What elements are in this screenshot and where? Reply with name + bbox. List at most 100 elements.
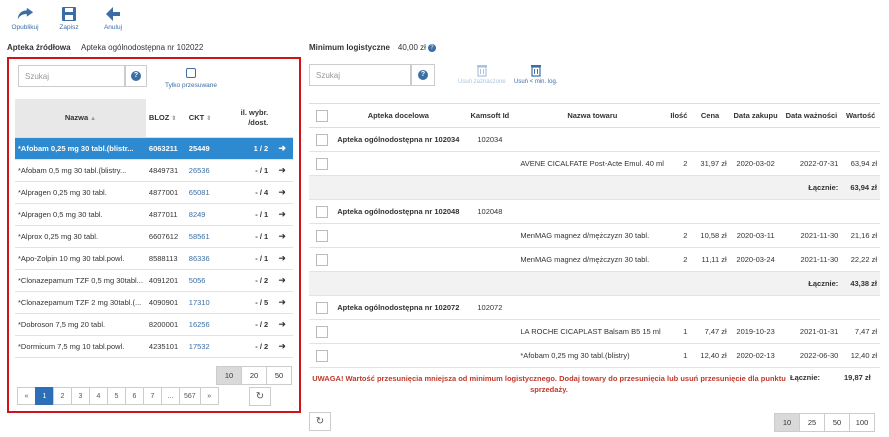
qty: 1 [667, 319, 691, 344]
move-arrow-icon[interactable]: ➜ [271, 269, 293, 292]
product-name: *Dormicum 7,5 mg 10 tabl.powl. [15, 335, 146, 358]
product-name: *Apo-Zolpin 10 mg 30 tabl.powl. [15, 247, 146, 270]
page-link[interactable]: 3 [71, 387, 90, 405]
row-checkbox[interactable] [315, 349, 328, 362]
product-ckt: 25449 [185, 137, 226, 160]
col-name[interactable]: Nazwa ▲ [15, 99, 146, 138]
page-link[interactable]: 567 [179, 387, 201, 405]
product-ckt: 65081 [185, 181, 226, 204]
row-checkbox[interactable] [315, 325, 328, 338]
select-all-checkbox[interactable] [315, 109, 328, 122]
page-link[interactable]: ... [161, 387, 180, 405]
product-ckt: 16256 [185, 313, 226, 336]
cancel-button[interactable]: Anuluj [98, 6, 128, 31]
page-link[interactable]: 6 [125, 387, 144, 405]
only-moved-label: Tylko przesuwane [165, 82, 218, 89]
table-row: MenMAG magnez d/mężczyzn 30 tabl. 2 11,11 … [309, 247, 880, 272]
group-checkbox[interactable] [315, 301, 328, 314]
page-size-option[interactable]: 50 [266, 366, 292, 385]
move-arrow-icon[interactable]: ➜ [271, 159, 293, 182]
date-buy: 2020-03-11 [729, 223, 782, 248]
table-row[interactable]: *Afobam 0,25 mg 30 tabl.(blistr... 606321… [15, 137, 293, 160]
table-row[interactable]: *Clonazepamum TZF 0,5 mg 30tabl... 409120… [15, 269, 293, 292]
move-arrow-icon[interactable]: ➜ [271, 181, 293, 204]
page-size-option[interactable]: 10 [774, 413, 800, 432]
move-arrow-icon[interactable]: ➜ [271, 313, 293, 336]
row-checkbox[interactable] [315, 229, 328, 242]
product-ckt: 17532 [185, 335, 226, 358]
table-row[interactable]: *Clonazepamum TZF 2 mg 30tabl.(... 409090… [15, 291, 293, 314]
group-total-row: Łącznie: 43,38 zł [309, 271, 880, 296]
move-arrow-icon[interactable]: ➜ [271, 335, 293, 358]
min-logistic: Minimum logistyczne 40,00 zł? [309, 43, 436, 52]
table-row[interactable]: *Dormicum 7,5 mg 10 tabl.powl. 4235101 175… [15, 335, 293, 358]
col-ckt[interactable]: CKT ⇕ [185, 99, 226, 138]
search-input[interactable] [18, 65, 125, 87]
search-help-button-right[interactable]: ? [411, 64, 435, 86]
search-input-right[interactable] [309, 64, 411, 86]
product-ckt: 58561 [185, 225, 226, 248]
page-link[interactable]: « [17, 387, 36, 405]
move-arrow-icon[interactable]: ➜ [271, 203, 293, 226]
kamsoft-id: 102034 [462, 127, 518, 152]
table-row[interactable]: *Apo-Zolpin 10 mg 30 tabl.powl. 8588113 86… [15, 247, 293, 270]
page-size-option[interactable]: 20 [241, 366, 267, 385]
pharmacy-group-row: Apteka ogólnodostępna nr 102048 102048 [309, 199, 880, 224]
col-action [271, 99, 293, 138]
remove-below-min-button[interactable]: Usuń < min. log. [514, 64, 558, 85]
refresh-button[interactable]: ↻ [249, 387, 271, 406]
move-arrow-icon[interactable]: ➜ [271, 225, 293, 248]
group-checkbox[interactable] [315, 205, 328, 218]
row-checkbox[interactable] [315, 253, 328, 266]
page-size-option[interactable]: 50 [824, 413, 850, 432]
page-link[interactable]: 5 [107, 387, 126, 405]
save-button[interactable]: Zapisz [54, 6, 84, 31]
refresh-icon: ↻ [255, 391, 265, 402]
price: 12,40 zł [690, 343, 730, 368]
page-link[interactable]: 4 [89, 387, 108, 405]
refresh-button-right[interactable]: ↻ [309, 412, 331, 431]
total-value: 63,94 zł [841, 175, 880, 200]
total-value: 43,38 zł [841, 271, 880, 296]
page-link[interactable]: 2 [53, 387, 72, 405]
table-row[interactable]: *Alprox 0,25 mg 30 tabl. 6607612 58561- / … [15, 225, 293, 248]
product-name: *Dobroson 7,5 mg 20 tabl. [15, 313, 146, 336]
col-qty: Ilość [667, 103, 691, 128]
product-il: - / 2 [225, 335, 272, 358]
sort-icon: ⇕ [171, 116, 177, 123]
cancel-label: Anuluj [103, 24, 123, 31]
page-size-option[interactable]: 10 [216, 366, 242, 385]
move-arrow-icon[interactable]: ➜ [271, 137, 293, 160]
only-moved-checkbox[interactable] [186, 68, 196, 78]
search-help-button[interactable]: ? [125, 65, 147, 87]
price: 11,11 zł [690, 247, 730, 272]
publish-button[interactable]: Opublikuj [10, 6, 40, 31]
table-row[interactable]: *Alpragen 0,25 mg 30 tabl. 4877001 65081- … [15, 181, 293, 204]
help-icon[interactable]: ? [427, 43, 436, 52]
date-exp: 2021-11-30 [781, 223, 842, 248]
total-value: 19,87 zł [844, 373, 871, 382]
product-name: *Alprox 0,25 mg 30 tabl. [15, 225, 146, 248]
remove-selected-button[interactable]: Usuń zaznaczone [458, 64, 506, 85]
sort-asc-icon: ▲ [90, 116, 97, 123]
col-name-label: Nazwa [64, 113, 89, 123]
page-size-option[interactable]: 25 [799, 413, 825, 432]
min-logistic-value: 40,00 zł [397, 43, 426, 52]
move-arrow-icon[interactable]: ➜ [271, 247, 293, 270]
table-row[interactable]: *Alpragen 0,5 mg 30 tabl. 4877011 8249- / … [15, 203, 293, 226]
table-row[interactable]: *Afobam 0,5 mg 30 tabl.(blistry... 484973… [15, 159, 293, 182]
row-checkbox[interactable] [315, 157, 328, 170]
page-link[interactable]: 1 [35, 387, 54, 405]
table-row[interactable]: *Dobroson 7,5 mg 20 tabl. 8200001 16256- /… [15, 313, 293, 336]
pharmacy-name: Apteka ogólnodostępna nr 102034 [334, 127, 463, 152]
page-size-option[interactable]: 100 [849, 413, 875, 432]
product-ckt: 17310 [185, 291, 226, 314]
publish-label: Opublikuj [11, 24, 39, 31]
move-arrow-icon[interactable]: ➜ [271, 291, 293, 314]
group-checkbox[interactable] [315, 133, 328, 146]
page-link[interactable]: » [199, 387, 219, 405]
product-bloz: 4091201 [145, 269, 186, 292]
value: 12,40 zł [841, 343, 880, 368]
page-link[interactable]: 7 [143, 387, 162, 405]
col-bloz[interactable]: BLOZ ⇕ [145, 99, 186, 138]
